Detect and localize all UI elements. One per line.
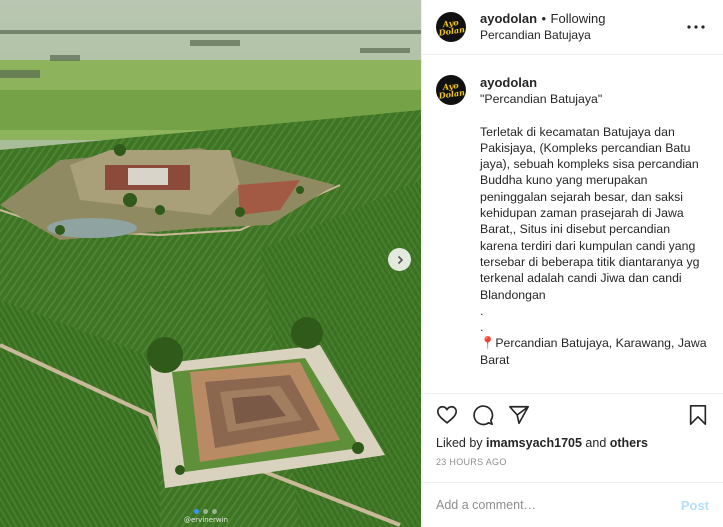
carousel-indicator <box>194 509 217 514</box>
follow-status-button[interactable]: Following <box>551 11 606 26</box>
separator: • <box>541 11 547 26</box>
chevron-right-icon <box>397 255 403 264</box>
caption-avatar[interactable]: Ayo Dolan <box>436 75 466 105</box>
share-icon[interactable] <box>508 404 530 426</box>
action-bar <box>436 404 709 426</box>
caption-text: "Percandian Batujaya" Terletak di kecama… <box>480 92 700 335</box>
avatar[interactable]: Ayo Dolan <box>436 12 466 42</box>
comment-form: Post <box>422 482 723 527</box>
post-actions: Liked by imamsyach1705 and others 23 HOU… <box>422 393 723 467</box>
post-sidebar: Ayo Dolan ayodolan • Following Percandia… <box>421 0 723 527</box>
avatar-logo-text: Ayo Dolan <box>437 16 466 38</box>
post-timestamp[interactable]: 23 HOURS AGO <box>436 457 709 467</box>
aerial-temple-photo <box>0 0 421 527</box>
caption-username[interactable]: ayodolan <box>480 75 709 91</box>
caption-area: Ayo Dolan ayodolan "Percandian Batujaya" … <box>422 55 723 393</box>
bookmark-icon[interactable] <box>687 404 709 426</box>
header-text: ayodolan • Following Percandian Batujaya <box>480 11 605 43</box>
caption-location: Percandian Batujaya, Karawang, Jawa Bara… <box>480 336 710 367</box>
post-comment-button[interactable]: Post <box>681 498 709 513</box>
avatar-logo-text: Ayo Dolan <box>437 79 466 101</box>
username-link[interactable]: ayodolan <box>480 11 537 26</box>
liked-by-user-link[interactable]: imamsyach1705 <box>486 436 582 450</box>
more-options-icon <box>687 25 705 29</box>
likes-summary: Liked by imamsyach1705 and others <box>436 436 709 450</box>
post-image[interactable]: @ervinerwin <box>0 0 421 527</box>
carousel-dot <box>212 509 217 514</box>
post-header: Ayo Dolan ayodolan • Following Percandia… <box>422 0 723 55</box>
likes-and: and <box>581 436 610 450</box>
more-options-button[interactable] <box>683 21 709 33</box>
heart-icon[interactable] <box>436 404 458 426</box>
likes-prefix: Liked by <box>436 436 487 450</box>
photo-credit: @ervinerwin <box>184 516 228 524</box>
carousel-dot-active <box>194 509 199 514</box>
comment-icon[interactable] <box>472 404 494 426</box>
next-photo-button[interactable] <box>388 248 411 271</box>
caption-body: ayodolan "Percandian Batujaya" Terletak d… <box>480 75 709 393</box>
comment-input[interactable] <box>436 498 681 512</box>
location-link[interactable]: Percandian Batujaya <box>480 27 605 43</box>
location-pin-icon: 📍 <box>480 336 496 351</box>
liked-by-others-link[interactable]: others <box>610 436 648 450</box>
carousel-dot <box>203 509 208 514</box>
